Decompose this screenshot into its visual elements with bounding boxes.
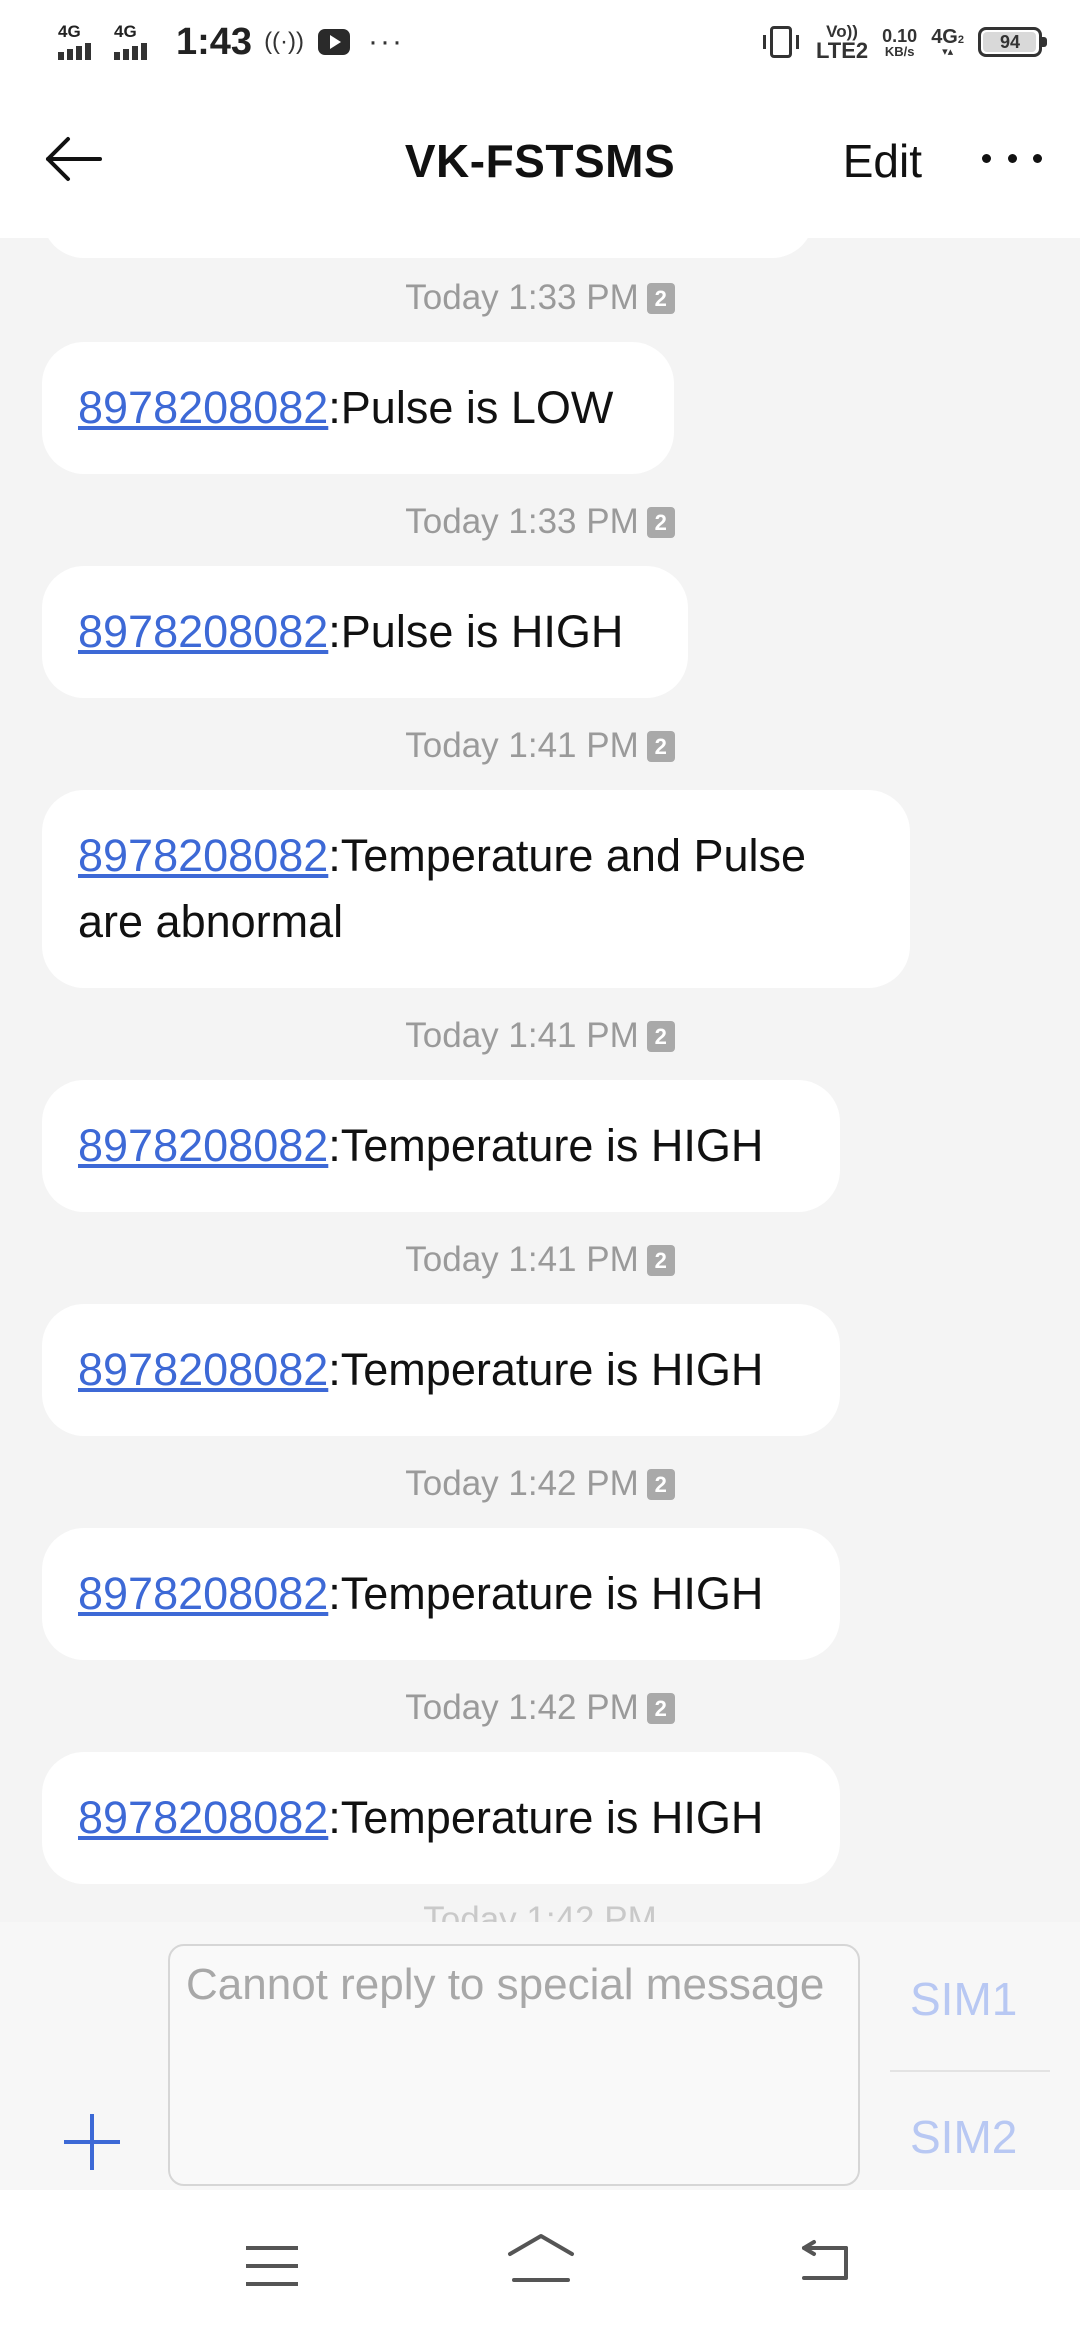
message-timestamp: Today 1:41 PM 2 [0, 1016, 1080, 1056]
conversation-header: VK-FSTSMS Edit [0, 84, 1080, 238]
message-list[interactable]: Today 1:33 PM 2 8978208082:Pulse is LOW T… [0, 238, 1080, 1922]
status-bar: 4G 4G 1:43 ((·)) ··· Vo)) LTE2 0.10 KB/s… [0, 0, 1080, 84]
message-timestamp: Today 1:41 PM 2 [0, 1240, 1080, 1280]
message-text: :Pulse is LOW [328, 382, 614, 433]
phone-number-link[interactable]: 8978208082 [78, 1568, 328, 1619]
message-text: :Temperature is HIGH [328, 1568, 764, 1619]
status-time: 1:43 [176, 20, 253, 63]
message-timestamp-partial: Today 1:42 PM [423, 1900, 657, 1922]
signal-icon-sim1: 4G [58, 22, 106, 62]
phone-number-link[interactable]: 8978208082 [78, 1344, 328, 1395]
send-sim1-button[interactable]: SIM1 [910, 1972, 1017, 2026]
sim-badge-icon: 2 [646, 1693, 675, 1724]
message-timestamp: Today 1:33 PM 2 [0, 502, 1080, 542]
message-text: :Temperature is HIGH [328, 1792, 764, 1843]
message-timestamp: Today 1:41 PM 2 [0, 726, 1080, 766]
more-options-button[interactable] [982, 154, 1042, 166]
phone-number-link[interactable]: 8978208082 [78, 1792, 328, 1843]
hotspot-icon: ((·)) [264, 28, 305, 55]
network-type-icon: 4G2 ▾▴ [931, 25, 964, 58]
message-bubble[interactable]: 8978208082:Temperature is HIGH [42, 1304, 840, 1436]
message-bubble[interactable]: 8978208082:Temperature is HIGH [42, 1528, 840, 1660]
message-bubble-partial[interactable] [42, 238, 814, 258]
add-attachment-button[interactable] [64, 2114, 120, 2170]
menu-icon[interactable] [246, 2246, 298, 2286]
message-bubble[interactable]: 8978208082:Temperature is HIGH [42, 1080, 840, 1212]
sim-badge-icon: 2 [646, 507, 675, 538]
send-sim2-button[interactable]: SIM2 [910, 2110, 1017, 2164]
sim-badge-icon: 2 [646, 283, 675, 314]
phone-number-link[interactable]: 8978208082 [78, 606, 328, 657]
volte-indicator: Vo)) LTE2 [815, 21, 869, 63]
message-bubble[interactable]: 8978208082:Pulse is LOW [42, 342, 674, 474]
home-icon[interactable] [506, 2230, 576, 2290]
navigation-bar [0, 2190, 1080, 2340]
phone-number-link[interactable]: 8978208082 [78, 382, 328, 433]
phone-number-link[interactable]: 8978208082 [78, 830, 328, 881]
phone-number-link[interactable]: 8978208082 [78, 1120, 328, 1171]
sim-badge-icon: 2 [646, 731, 675, 762]
message-input[interactable]: Cannot reply to special message [168, 1944, 860, 2186]
message-timestamp: Today 1:42 PM 2 [0, 1464, 1080, 1504]
sim-divider [890, 2070, 1050, 2072]
network-speed: 0.10 KB/s [882, 25, 918, 59]
battery-icon: 94 [978, 27, 1047, 57]
edit-button[interactable]: Edit [843, 134, 922, 188]
sim-badge-icon: 2 [646, 1245, 675, 1276]
sim-badge-icon: 2 [646, 1469, 675, 1500]
sim-badge-icon: 2 [646, 1021, 675, 1052]
vibrate-icon [762, 26, 799, 58]
back-icon[interactable] [798, 2238, 852, 2284]
message-text: :Pulse is HIGH [328, 606, 624, 657]
more-horizontal-icon [982, 154, 991, 163]
message-timestamp: Today 1:33 PM 2 [0, 278, 1080, 318]
message-text: :Temperature is HIGH [328, 1120, 764, 1171]
message-timestamp: Today 1:42 PM 2 [0, 1688, 1080, 1728]
compose-bar: Cannot reply to special message SIM1 SIM… [0, 1922, 1080, 2190]
message-bubble[interactable]: 8978208082:Temperature is HIGH [42, 1752, 840, 1884]
message-bubble[interactable]: 8978208082:Temperature and Pulse are abn… [42, 790, 910, 988]
message-bubble[interactable]: 8978208082:Pulse is HIGH [42, 566, 688, 698]
youtube-icon [318, 29, 351, 55]
more-notifications-icon: ··· [368, 25, 405, 58]
message-text: :Temperature is HIGH [328, 1344, 764, 1395]
signal-icon-sim2: 4G [114, 22, 162, 62]
